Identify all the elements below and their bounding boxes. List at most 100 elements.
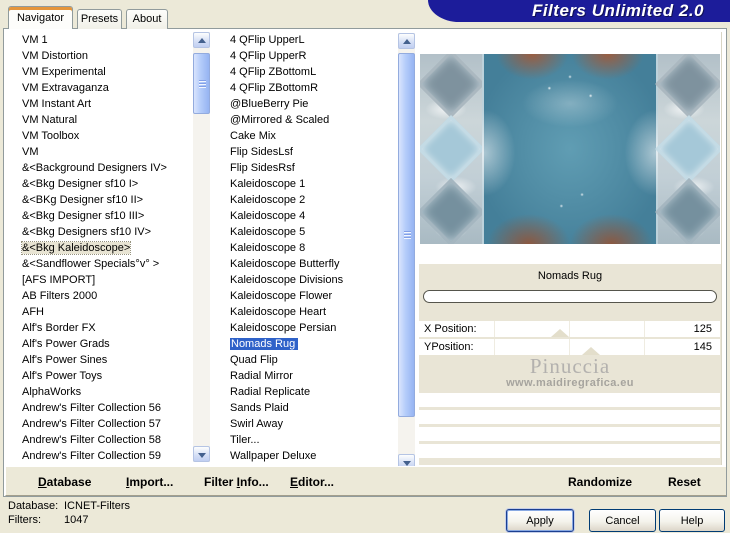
- arrow-up-icon: [403, 39, 411, 44]
- bottom-toolbar: Database Import... Filter Info... Editor…: [5, 466, 726, 496]
- reset-button[interactable]: Reset: [662, 467, 707, 495]
- list-item[interactable]: Alf's Power Sines: [9, 352, 193, 368]
- list-item[interactable]: Kaleidoscope 8: [214, 240, 398, 256]
- list-item[interactable]: [AFS IMPORT]: [9, 272, 193, 288]
- list-item[interactable]: Flip SidesLsf: [214, 144, 398, 160]
- list-item[interactable]: Alf's Power Grads: [9, 336, 193, 352]
- preview-right-strip: [655, 54, 720, 244]
- scroll-up-button[interactable]: [193, 32, 210, 48]
- list-item[interactable]: 4 QFlip UpperR: [214, 48, 398, 64]
- list-item[interactable]: Andrew's Filter Collection 59: [9, 448, 193, 463]
- list-item[interactable]: &<BKg Designer sf10 II>: [9, 192, 193, 208]
- scroll-up-button[interactable]: [398, 33, 415, 49]
- list-item[interactable]: Wallpaper Deluxe: [214, 448, 398, 463]
- watermark: Pinuccia www.maidiregrafica.eu: [419, 355, 721, 393]
- list-item[interactable]: &<Background Designers IV>: [9, 160, 193, 176]
- list-item[interactable]: Sands Plaid: [214, 400, 398, 416]
- list-item[interactable]: @Mirrored & Scaled: [214, 112, 398, 128]
- scrollbar-thumb[interactable]: [193, 53, 210, 114]
- empty-param-row: [419, 444, 720, 458]
- list-item[interactable]: Alf's Power Toys: [9, 368, 193, 384]
- list-item[interactable]: Kaleidoscope 2: [214, 192, 398, 208]
- list-item[interactable]: Andrew's Filter Collection 57: [9, 416, 193, 432]
- list-item[interactable]: Kaleidoscope Divisions: [214, 272, 398, 288]
- label-part: mport...: [129, 475, 174, 489]
- randomize-button[interactable]: Randomize: [562, 467, 638, 495]
- empty-param-row: [419, 410, 720, 424]
- list-item[interactable]: &<Bkg Designer sf10 III>: [9, 208, 193, 224]
- filter-info-button[interactable]: Filter Info...: [198, 467, 275, 495]
- list-item[interactable]: VM Natural: [9, 112, 193, 128]
- list-item[interactable]: Radial Replicate: [214, 384, 398, 400]
- list-item[interactable]: Kaleidoscope Heart: [214, 304, 398, 320]
- list-item[interactable]: 4 QFlip UpperL: [214, 32, 398, 48]
- list-item[interactable]: Kaleidoscope Butterfly: [214, 256, 398, 272]
- preview-image[interactable]: [420, 54, 720, 244]
- tab-about[interactable]: About: [126, 9, 168, 29]
- param-slider-y[interactable]: YPosition: 145: [419, 339, 720, 355]
- diamond-shape: [655, 54, 720, 118]
- tab-navigator-label: Navigator: [16, 12, 65, 24]
- list-item[interactable]: Quad Flip: [214, 352, 398, 368]
- list-item[interactable]: VM 1: [9, 32, 193, 48]
- category-list[interactable]: VM 1 VM Distortion VM Experimental VM Extra…: [9, 32, 193, 463]
- param-label: X Position:: [424, 323, 477, 335]
- list-item[interactable]: Kaleidoscope 5: [214, 224, 398, 240]
- list-item[interactable]: Cake Mix: [214, 128, 398, 144]
- editor-button[interactable]: Editor...: [284, 467, 340, 495]
- list-item[interactable]: 4 QFlip ZBottomR: [214, 80, 398, 96]
- category-scrollbar[interactable]: [193, 32, 210, 462]
- import-button[interactable]: Import...: [120, 467, 179, 495]
- list-item[interactable]: &<Bkg Designers sf10 IV>: [9, 224, 193, 240]
- grip-icon: [199, 79, 206, 88]
- filter-scrollbar[interactable]: [398, 33, 415, 470]
- label-part: nfo...: [240, 475, 269, 489]
- list-item[interactable]: Kaleidoscope 1: [214, 176, 398, 192]
- list-item[interactable]: &<Bkg Kaleidoscope>: [9, 240, 193, 256]
- arrow-down-icon: [198, 453, 206, 458]
- list-item[interactable]: Flip SidesRsf: [214, 160, 398, 176]
- filter-list[interactable]: 4 QFlip UpperL 4 QFlip UpperR 4 QFlip ZBot…: [214, 32, 398, 463]
- param-value: 125: [693, 323, 712, 335]
- list-item[interactable]: VM Distortion: [9, 48, 193, 64]
- list-item[interactable]: Tiler...: [214, 432, 398, 448]
- database-button[interactable]: Database: [32, 467, 97, 495]
- list-item[interactable]: VM Instant Art: [9, 96, 193, 112]
- param-slider-x[interactable]: X Position: 125: [419, 321, 720, 337]
- cancel-button[interactable]: Cancel: [589, 509, 656, 532]
- navigator-tab-page: VM 1 VM Distortion VM Experimental VM Extra…: [3, 28, 727, 497]
- tab-presets[interactable]: Presets: [77, 9, 122, 29]
- list-item[interactable]: Andrew's Filter Collection 56: [9, 400, 193, 416]
- list-item[interactable]: &<Sandflower Specials°v° >: [9, 256, 193, 272]
- help-button[interactable]: Help: [659, 509, 725, 532]
- tab-navigator[interactable]: Navigator: [8, 6, 73, 29]
- progress-bar: [423, 290, 717, 303]
- list-item[interactable]: AFH: [9, 304, 193, 320]
- label-accel: E: [290, 475, 299, 489]
- list-item[interactable]: 4 QFlip ZBottomL: [214, 64, 398, 80]
- list-item[interactable]: Nomads Rug: [214, 336, 398, 352]
- scrollbar-thumb[interactable]: [398, 53, 415, 417]
- list-item[interactable]: Kaleidoscope Flower: [214, 288, 398, 304]
- list-item[interactable]: VM Experimental: [9, 64, 193, 80]
- list-item[interactable]: VM Toolbox: [9, 128, 193, 144]
- list-item[interactable]: Kaleidoscope Persian: [214, 320, 398, 336]
- list-item[interactable]: Kaleidoscope 4: [214, 208, 398, 224]
- label-part: ditor...: [298, 475, 335, 489]
- list-item[interactable]: AB Filters 2000: [9, 288, 193, 304]
- list-item[interactable]: @BlueBerry Pie: [214, 96, 398, 112]
- list-item[interactable]: Alf's Border FX: [9, 320, 193, 336]
- list-item[interactable]: Swirl Away: [214, 416, 398, 432]
- list-item[interactable]: &<Bkg Designer sf10 I>: [9, 176, 193, 192]
- apply-button[interactable]: Apply: [506, 509, 574, 532]
- list-item[interactable]: AlphaWorks: [9, 384, 193, 400]
- list-item[interactable]: VM Extravaganza: [9, 80, 193, 96]
- arrow-up-icon: [198, 38, 206, 43]
- slider-thumb-icon[interactable]: [551, 329, 570, 337]
- list-item[interactable]: Andrew's Filter Collection 58: [9, 432, 193, 448]
- list-item[interactable]: Radial Mirror: [214, 368, 398, 384]
- diamond-shape: [655, 178, 720, 244]
- list-item[interactable]: VM: [9, 144, 193, 160]
- database-status-value: ICNET-Filters: [64, 500, 130, 512]
- scroll-down-button[interactable]: [193, 446, 210, 462]
